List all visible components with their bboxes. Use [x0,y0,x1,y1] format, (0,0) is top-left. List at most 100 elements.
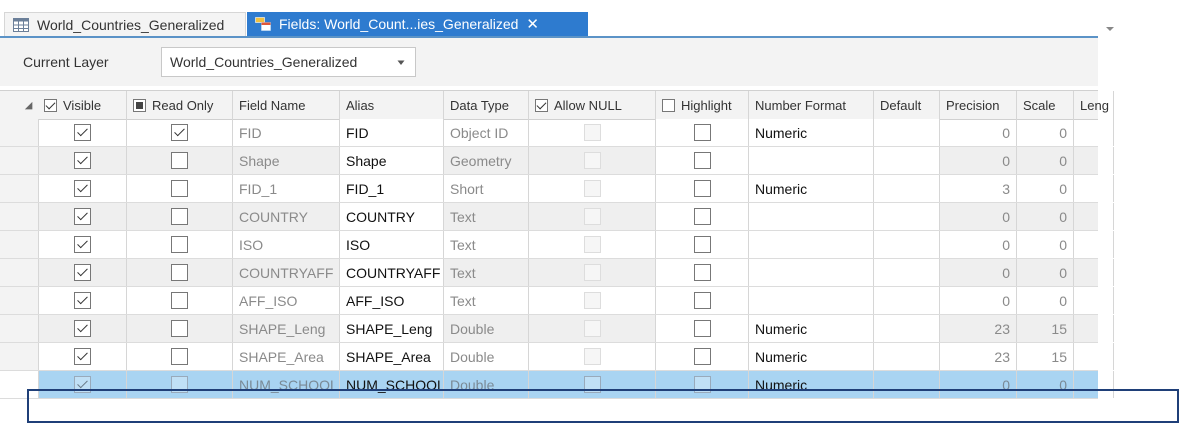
read-only-checkbox[interactable] [171,180,188,197]
tab-attribute-table[interactable]: World_Countries_Generalized [4,12,246,36]
default-cell[interactable] [874,259,940,286]
precision-cell[interactable]: 0 [940,371,1017,398]
field-name-cell[interactable]: COUNTRY [233,203,340,230]
field-name-cell[interactable]: Shape [233,147,340,174]
row-selector[interactable] [0,259,39,286]
precision-cell[interactable]: 0 [940,203,1017,230]
alias-cell[interactable]: FID_1 [340,175,444,202]
default-cell[interactable] [874,119,940,146]
precision-cell[interactable]: 23 [940,315,1017,342]
read-only-checkbox[interactable] [171,264,188,281]
length-cell[interactable] [1074,231,1114,258]
field-name-cell[interactable]: AFF_ISO [233,287,340,314]
length-cell[interactable] [1074,371,1114,398]
column-header-length[interactable]: Leng [1074,91,1114,119]
scale-cell[interactable]: 15 [1017,315,1074,342]
column-header-allow-null[interactable]: Allow NULL [529,91,656,119]
number-format-cell[interactable] [749,147,874,174]
length-cell[interactable] [1074,343,1114,370]
scale-cell[interactable]: 0 [1017,371,1074,398]
alias-cell[interactable]: SHAPE_Area [340,343,444,370]
visible-checkbox[interactable] [73,292,91,309]
table-row[interactable]: COUNTRY COUNTRY Text 0 0 [0,203,1114,231]
scale-cell[interactable]: 0 [1017,119,1074,146]
visible-checkbox[interactable] [73,152,91,169]
highlight-all-checkbox[interactable] [662,98,675,112]
default-cell[interactable] [874,343,940,370]
number-format-cell[interactable]: Numeric [749,343,874,370]
column-header-field-name[interactable]: Field Name [233,91,340,119]
read-only-checkbox[interactable] [171,124,188,141]
field-name-cell[interactable]: ISO [233,231,340,258]
length-cell[interactable] [1074,259,1114,286]
data-type-cell[interactable]: Double [444,343,529,370]
precision-cell[interactable]: 3 [940,175,1017,202]
alias-cell[interactable]: ISO [340,231,444,258]
data-type-cell[interactable]: Text [444,231,529,258]
precision-cell[interactable]: 0 [940,147,1017,174]
precision-cell[interactable]: 23 [940,343,1017,370]
table-row[interactable]: AFF_ISO AFF_ISO Text 0 0 [0,287,1114,315]
alias-cell[interactable]: COUNTRYAFF [340,259,444,286]
column-header-default[interactable]: Default [874,91,940,119]
row-selector[interactable] [0,287,39,314]
scale-cell[interactable]: 0 [1017,147,1074,174]
highlight-checkbox[interactable] [693,208,711,225]
visible-checkbox[interactable] [73,348,91,365]
scale-cell[interactable]: 15 [1017,343,1074,370]
scale-cell[interactable]: 0 [1017,203,1074,230]
column-header-precision[interactable]: Precision [940,91,1017,119]
precision-cell[interactable]: 0 [940,287,1017,314]
length-cell[interactable] [1074,147,1114,174]
read-only-checkbox[interactable] [171,348,188,365]
field-name-cell[interactable]: NUM_SCHOOL [233,371,340,398]
default-cell[interactable] [874,371,940,398]
row-selector[interactable] [0,231,39,258]
default-cell[interactable] [874,203,940,230]
field-name-cell[interactable]: SHAPE_Area [233,343,340,370]
read-only-all-checkbox[interactable] [133,98,146,112]
data-type-cell[interactable]: Geometry [444,147,529,174]
data-type-cell[interactable]: Double [444,315,529,342]
data-type-cell[interactable]: Double [444,371,529,398]
row-selector[interactable] [0,119,39,146]
number-format-cell[interactable] [749,259,874,286]
read-only-checkbox[interactable] [171,208,188,225]
row-selector[interactable] [0,175,39,202]
table-row[interactable]: ISO ISO Text 0 0 [0,231,1114,259]
read-only-checkbox[interactable] [171,320,188,337]
number-format-cell[interactable]: Numeric [749,371,874,398]
scale-cell[interactable]: 0 [1017,287,1074,314]
default-cell[interactable] [874,147,940,174]
table-row[interactable]: FID_1 FID_1 Short Numeric 3 0 [0,175,1114,203]
default-cell[interactable] [874,175,940,202]
number-format-cell[interactable] [749,203,874,230]
table-row[interactable]: NUM_SCHOOL NUM_SCHOOL Double Numeric 0 0 [0,371,1114,399]
field-name-cell[interactable]: SHAPE_Leng [233,315,340,342]
chevron-down-icon[interactable] [1105,24,1115,34]
number-format-cell[interactable]: Numeric [749,119,874,146]
tab-fields-view[interactable]: Fields: World_Count...ies_Generalized ✕ [247,12,588,36]
default-cell[interactable] [874,231,940,258]
scale-cell[interactable]: 0 [1017,175,1074,202]
table-row[interactable]: SHAPE_Area SHAPE_Area Double Numeric 23 15 [0,343,1114,371]
read-only-checkbox[interactable] [171,292,188,309]
highlight-checkbox[interactable] [693,348,711,365]
data-type-cell[interactable]: Text [444,287,529,314]
highlight-checkbox[interactable] [693,152,711,169]
data-type-cell[interactable]: Short [444,175,529,202]
alias-cell[interactable]: FID [340,119,444,146]
data-type-cell[interactable]: Object ID [444,119,529,146]
scale-cell[interactable]: 0 [1017,231,1074,258]
precision-cell[interactable]: 0 [940,259,1017,286]
scale-cell[interactable]: 0 [1017,259,1074,286]
precision-cell[interactable]: 0 [940,119,1017,146]
visible-checkbox[interactable] [73,208,91,225]
number-format-cell[interactable]: Numeric [749,315,874,342]
visible-checkbox[interactable] [73,264,91,281]
highlight-checkbox[interactable] [693,236,711,253]
highlight-checkbox[interactable] [693,264,711,281]
select-all-corner-icon[interactable] [24,101,34,111]
visible-checkbox[interactable] [73,376,91,393]
number-format-cell[interactable] [749,231,874,258]
